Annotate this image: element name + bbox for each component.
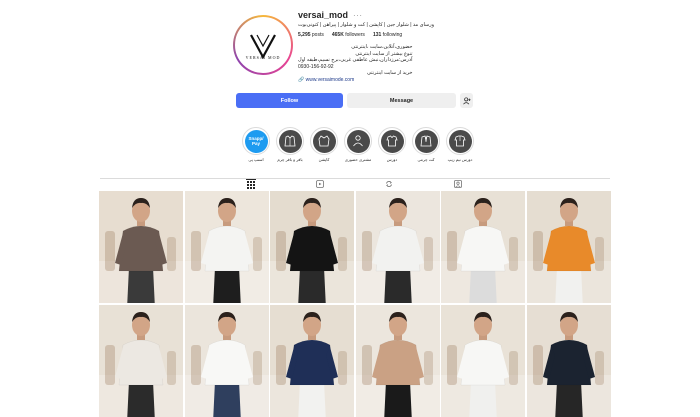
more-options-icon[interactable]: ···	[353, 11, 363, 20]
halfzip-icon	[448, 129, 472, 153]
post-thumbnail[interactable]	[184, 304, 269, 417]
post-thumbnail[interactable]	[526, 304, 611, 417]
post-thumbnail[interactable]	[270, 191, 355, 303]
highlight-halfzip[interactable]: دورس نیم زیپ	[445, 127, 475, 162]
coat-icon	[312, 129, 336, 153]
profile-tabs	[100, 178, 610, 190]
link-icon: 🔗	[298, 76, 305, 83]
post-image	[99, 191, 183, 303]
jacket-icon	[278, 129, 302, 153]
avatar-brand-text: VERSAI MOD	[245, 54, 281, 60]
add-user-icon	[462, 96, 471, 104]
message-button[interactable]: Message	[347, 93, 456, 108]
profile-avatar[interactable]: VERSAI MOD	[233, 15, 293, 75]
grid-icon	[247, 180, 255, 189]
profile-link[interactable]: 🔗 www.versaimode.com	[298, 77, 412, 84]
leather-jacket-icon	[414, 129, 438, 153]
profile-stats: 5,295 posts 465K followers 131 following	[298, 32, 402, 38]
post-image	[184, 304, 269, 417]
username-row: versai_mod ···	[298, 10, 363, 20]
post-image	[270, 304, 355, 417]
shirt-icon	[380, 129, 404, 153]
post-thumbnail[interactable]	[355, 191, 440, 303]
following-count[interactable]: 131 following	[373, 32, 402, 38]
category-line: ورسای مد | شلوار جین | کاپشن | کت و شلوا…	[298, 22, 435, 28]
post-thumbnail[interactable]	[355, 304, 440, 417]
post-thumbnail[interactable]	[270, 304, 355, 417]
snapp-pay-icon: Snapp/ Pay	[244, 129, 268, 153]
story-highlights: Snapp/ Pay اسنپ پی بافر و بافر چرم کاپشن…	[0, 127, 700, 167]
follow-button[interactable]: Follow	[236, 93, 343, 108]
tab-reposts[interactable]	[384, 179, 394, 189]
followers-count[interactable]: 465K followers	[332, 32, 365, 38]
repost-icon	[386, 181, 392, 187]
post-thumbnail[interactable]	[99, 191, 183, 303]
add-user-button[interactable]	[460, 93, 473, 108]
post-image	[441, 191, 526, 303]
post-image	[99, 304, 183, 417]
username: versai_mod	[298, 10, 349, 20]
post-thumbnail[interactable]	[441, 304, 526, 417]
tab-reels[interactable]	[315, 179, 325, 189]
post-image	[526, 191, 611, 303]
post-image	[441, 304, 526, 417]
tagged-icon	[454, 180, 462, 188]
reels-icon	[316, 180, 324, 188]
post-thumbnail[interactable]	[184, 191, 269, 303]
post-image	[355, 304, 440, 417]
posts-grid	[99, 191, 611, 417]
post-thumbnail[interactable]	[441, 191, 526, 303]
tab-tagged[interactable]	[453, 179, 463, 189]
profile-header: VERSAI MOD versai_mod ··· ورسای مد | شلو…	[0, 0, 700, 95]
customer-icon	[346, 129, 370, 153]
post-image	[355, 191, 440, 303]
bio-line: آدرس:مرزداران،نبش عاطفی غربی،برج نسیم،طب…	[298, 57, 413, 63]
avatar-logo: VERSAI MOD	[235, 17, 291, 73]
post-image	[270, 191, 355, 303]
post-thumbnail[interactable]	[99, 304, 183, 417]
posts-count[interactable]: 5,295 posts	[298, 32, 324, 38]
post-image	[184, 191, 269, 303]
bio: حضوری،آنلاین،سایت ،اینترنتی تنوع بیشتر ا…	[298, 44, 412, 83]
post-image	[526, 304, 611, 417]
tab-posts[interactable]	[246, 179, 256, 189]
highlight-label: دورس نیم زیپ	[447, 157, 473, 162]
post-thumbnail[interactable]	[526, 191, 611, 303]
